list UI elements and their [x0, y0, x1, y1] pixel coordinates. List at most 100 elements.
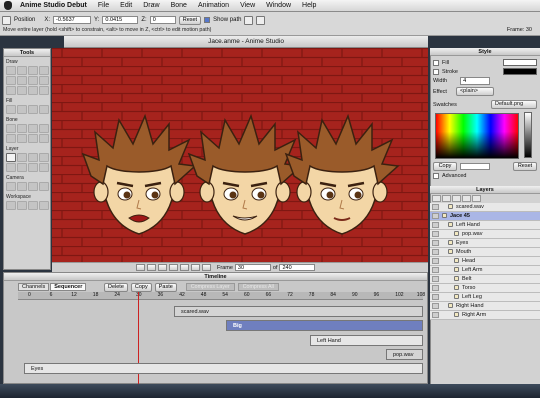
copy-style-button[interactable]: Copy	[433, 162, 457, 171]
fast-forward-icon[interactable]	[180, 264, 189, 271]
apple-menu-icon[interactable]	[4, 1, 12, 10]
layer-row[interactable]: Mouth	[430, 248, 540, 257]
menu-file[interactable]: File	[98, 2, 109, 9]
perspective-icon[interactable]	[28, 86, 38, 95]
stroke-checkbox[interactable]	[433, 68, 439, 75]
select-shape-icon[interactable]	[6, 105, 16, 114]
translate-bone-icon[interactable]	[17, 124, 27, 133]
visibility-eye-icon[interactable]	[432, 312, 439, 318]
scale-bone-icon[interactable]	[28, 124, 38, 133]
layer-row[interactable]: Head	[430, 257, 540, 266]
visibility-eye-icon[interactable]	[432, 285, 439, 291]
menu-app-name[interactable]: Anime Studio Debut	[20, 2, 87, 9]
effect-select[interactable]: <plain>	[455, 87, 494, 96]
duplicate-layer-icon[interactable]	[442, 195, 451, 202]
eraser-icon[interactable]	[28, 76, 38, 85]
orbit-workspace-icon[interactable]	[39, 201, 49, 210]
loop-icon[interactable]	[202, 264, 211, 271]
transform-points-icon[interactable]	[17, 66, 27, 75]
zoom-workspace-icon[interactable]	[17, 201, 27, 210]
visibility-eye-icon[interactable]	[432, 276, 439, 282]
select-bone-icon[interactable]	[6, 124, 16, 133]
layer-row[interactable]: Left Leg	[430, 293, 540, 302]
layer-row[interactable]: Right Hand	[430, 302, 540, 311]
visibility-eye-icon[interactable]	[432, 213, 439, 219]
tab-channels[interactable]: Channels	[18, 283, 50, 291]
track-eyes[interactable]: Eyes	[24, 363, 423, 374]
curvature-icon[interactable]	[39, 66, 49, 75]
play-icon[interactable]	[158, 264, 167, 271]
menu-draw[interactable]: Draw	[143, 2, 159, 9]
step-back-icon[interactable]	[147, 264, 156, 271]
fill-checkbox[interactable]	[433, 59, 439, 66]
menu-bone[interactable]: Bone	[171, 2, 187, 9]
reset-button[interactable]: Reset	[178, 15, 202, 25]
translate-layer-tool-icon[interactable]	[6, 153, 16, 162]
stroke-color-swatch[interactable]	[503, 68, 537, 75]
color-picker-spectrum[interactable]	[435, 113, 519, 159]
freehand-icon[interactable]	[17, 76, 27, 85]
group-layer-icon[interactable]	[472, 195, 481, 202]
track-left-hand[interactable]: Left Hand	[310, 335, 423, 346]
menu-view[interactable]: View	[240, 2, 255, 9]
motion-path-icon[interactable]	[244, 15, 254, 25]
scale-layer-icon[interactable]	[17, 153, 27, 162]
visibility-eye-icon[interactable]	[432, 204, 439, 210]
pan-workspace-icon[interactable]	[6, 201, 16, 210]
frame-field[interactable]	[234, 264, 271, 271]
visibility-eye-icon[interactable]	[432, 267, 439, 273]
pan-tilt-camera-icon[interactable]	[39, 182, 49, 191]
select-points-icon[interactable]	[6, 66, 16, 75]
layer-row[interactable]: Jace 45	[430, 212, 540, 221]
frame-ruler[interactable]: 06121824303642485460667278849096102108	[18, 292, 425, 300]
menu-edit[interactable]: Edit	[120, 2, 132, 9]
manipulate-bones-icon[interactable]	[39, 134, 49, 143]
rotate-layer-icon[interactable]	[28, 153, 38, 162]
switch-layer-icon[interactable]	[28, 163, 38, 172]
roll-camera-icon[interactable]	[28, 182, 38, 191]
y-position-field[interactable]	[102, 16, 139, 24]
layer-row[interactable]: Left Arm	[430, 266, 540, 275]
copy-button[interactable]: Copy	[130, 283, 152, 292]
visibility-eye-icon[interactable]	[432, 249, 439, 255]
new-layer-icon[interactable]	[432, 195, 441, 202]
menu-help[interactable]: Help	[302, 2, 316, 9]
brightness-slider[interactable]	[524, 112, 532, 158]
layer-row[interactable]: Torso	[430, 284, 540, 293]
add-point-icon[interactable]	[28, 66, 38, 75]
layer-row[interactable]: Belt	[430, 275, 540, 284]
track-camera-icon[interactable]	[6, 182, 16, 191]
visibility-eye-icon[interactable]	[432, 240, 439, 246]
menu-window[interactable]: Window	[266, 2, 291, 9]
layer-row[interactable]: pop.wav	[430, 230, 540, 239]
current-color-swatch[interactable]	[460, 163, 490, 170]
noise-icon[interactable]	[39, 86, 49, 95]
rewind-icon[interactable]	[136, 264, 145, 271]
add-bone-icon[interactable]	[6, 134, 16, 143]
layer-row[interactable]: Right Arm	[430, 311, 540, 320]
line-width-icon[interactable]	[39, 105, 49, 114]
visibility-eye-icon[interactable]	[432, 303, 439, 309]
total-frames-field[interactable]	[279, 264, 316, 271]
layer-settings-icon[interactable]	[462, 195, 471, 202]
shear-layer-icon[interactable]	[17, 163, 27, 172]
zoom-camera-icon[interactable]	[17, 182, 27, 191]
compress-layer-button[interactable]: Compress Layer	[185, 283, 235, 291]
paint-bucket-icon[interactable]	[28, 105, 38, 114]
keyframe-icon[interactable]	[256, 15, 266, 25]
bone-strength-icon[interactable]	[28, 134, 38, 143]
width-field[interactable]	[460, 77, 491, 85]
visibility-eye-icon[interactable]	[432, 231, 439, 237]
x-position-field[interactable]	[53, 16, 92, 24]
swatches-select[interactable]: Default.png	[491, 100, 537, 109]
canvas-view[interactable]	[52, 48, 428, 262]
visibility-eye-icon[interactable]	[432, 294, 439, 300]
compress-all-button[interactable]: Compress All	[237, 283, 279, 291]
step-forward-icon[interactable]	[169, 264, 178, 271]
layer-row[interactable]: Left Hand	[430, 221, 540, 230]
rotate-bone-icon[interactable]	[39, 124, 49, 133]
visibility-eye-icon[interactable]	[432, 258, 439, 264]
menu-animation[interactable]: Animation	[198, 2, 229, 9]
paste-button[interactable]: Paste	[154, 283, 177, 292]
z-position-field[interactable]	[149, 16, 176, 24]
